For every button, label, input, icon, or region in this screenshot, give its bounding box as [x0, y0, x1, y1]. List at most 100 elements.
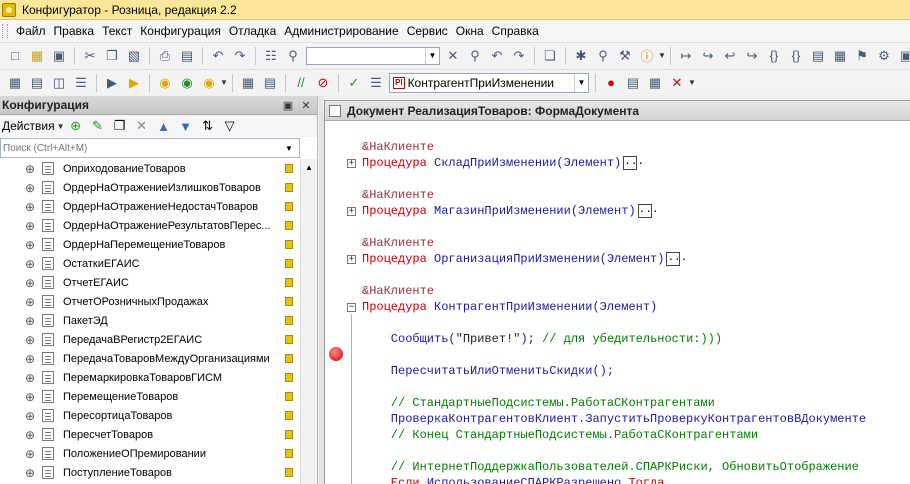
search-help-icon[interactable]: ⚲ — [594, 47, 612, 65]
close-icon[interactable]: ✕ — [299, 98, 313, 112]
expand-icon[interactable]: ⊕ — [24, 314, 36, 328]
step-out-icon[interactable]: ↩ — [721, 47, 739, 65]
tree-item[interactable]: ⊕ ОрдерНаОтражениеРезультатовПерес... — [0, 216, 300, 235]
run-icon[interactable]: ▶ — [125, 74, 143, 92]
settings-icon[interactable]: ⚙ — [875, 47, 893, 65]
menu-edit[interactable]: Правка — [50, 24, 99, 38]
filter-icon[interactable]: ▽ — [221, 117, 239, 135]
panel-search[interactable]: ▼ — [0, 138, 300, 158]
tree-item[interactable]: ⊕ ПересортицаТоваров — [0, 406, 300, 425]
block-icon[interactable]: {} — [787, 47, 805, 65]
expand-icon[interactable]: ⊕ — [24, 181, 36, 195]
code-line[interactable]: &НаКлиенте — [362, 139, 434, 155]
expand-icon[interactable]: ⊕ — [24, 390, 36, 404]
code-line[interactable]: // ИнтернетПоддержкаПользователей.СПАРКР… — [362, 459, 859, 475]
tree-scrollbar[interactable]: ▲ — [300, 159, 317, 484]
procedure-combo[interactable]: Pl КонтрагентПриИзменении ▼ — [389, 72, 589, 93]
menu-help[interactable]: Справка — [488, 24, 543, 38]
code-line[interactable]: Процедура КонтрагентПриИзменении(Элемент… — [362, 299, 657, 315]
fold-toggle-icon[interactable]: − — [347, 303, 356, 312]
grid-icon[interactable]: ▦ — [6, 74, 24, 92]
redo-icon[interactable]: ↷ — [231, 47, 249, 65]
tree-item[interactable]: ⊕ ОрдерНаОтражениеНедостачТоваров — [0, 197, 300, 216]
save-icon[interactable]: ▣ — [50, 47, 68, 65]
find-in-files-icon[interactable]: ☷ — [262, 47, 280, 65]
menu-configuration[interactable]: Конфигурация — [136, 24, 225, 38]
chevron-down-icon[interactable]: ▼ — [658, 51, 666, 60]
code-line[interactable]: Процедура СкладПриИзменении(Элемент)... — [362, 155, 644, 171]
menu-windows[interactable]: Окна — [452, 24, 488, 38]
chevron-down-icon[interactable]: ▼ — [688, 78, 696, 87]
expand-icon[interactable]: ⊕ — [24, 219, 36, 233]
run-to-cursor-icon[interactable]: ↪ — [743, 47, 761, 65]
breakpoint-icon[interactable] — [329, 347, 343, 361]
step-into-icon[interactable]: ↦ — [677, 47, 695, 65]
tree-item[interactable]: ⊕ ОприходованиеТоваров — [0, 159, 300, 178]
tree-item[interactable]: ⊕ ПередачаВРегистр2ЕГАИС — [0, 330, 300, 349]
breakpoint-list-icon[interactable]: ▤ — [624, 74, 642, 92]
cut-icon[interactable]: ✂ — [81, 47, 99, 65]
move-up-icon[interactable]: ▲ — [155, 117, 173, 135]
bookmark-icon[interactable]: ⚑ — [853, 47, 871, 65]
menu-administration[interactable]: Администрирование — [280, 24, 402, 38]
fold-toggle-icon[interactable]: + — [347, 159, 356, 168]
start-debug-icon[interactable]: ▶ — [103, 74, 121, 92]
tree-item[interactable]: ⊕ ОрдерНаПеремещениеТоваров — [0, 235, 300, 254]
expand-icon[interactable]: ⊕ — [24, 352, 36, 366]
fold-toggle-icon[interactable]: + — [347, 207, 356, 216]
clear-search-icon[interactable]: ✕ — [444, 47, 462, 65]
info-icon[interactable]: ⓘ — [638, 47, 656, 65]
tree-item[interactable]: ⊕ ПоложениеОПремировании — [0, 444, 300, 463]
properties-icon[interactable]: ▤ — [261, 74, 279, 92]
code-line[interactable]: &НаКлиенте — [362, 235, 434, 251]
menu-service[interactable]: Сервис — [403, 24, 452, 38]
globe-icon[interactable]: ◉ — [178, 74, 196, 92]
collapsed-block-marker[interactable]: ... — [637, 203, 658, 218]
format-icon[interactable]: ▦ — [831, 47, 849, 65]
collapsed-block-marker[interactable]: ... — [623, 155, 644, 170]
check-module-icon[interactable]: ✓ — [345, 74, 363, 92]
chevron-down-icon[interactable]: ▼ — [574, 73, 588, 92]
expand-icon[interactable]: ⊕ — [24, 428, 36, 442]
expand-icon[interactable]: ⊕ — [24, 200, 36, 214]
search-combo[interactable]: ▼ — [306, 46, 440, 65]
code-line[interactable]: // СтандартныеПодсистемы.РаботаСКонтраге… — [362, 395, 715, 411]
print-icon[interactable]: ⎙ — [156, 47, 174, 65]
expand-icon[interactable]: ⊕ — [24, 257, 36, 271]
undo-icon[interactable]: ↶ — [209, 47, 227, 65]
tree-item[interactable]: ⊕ ОтчетЕГАИС — [0, 273, 300, 292]
menu-debug[interactable]: Отладка — [225, 24, 280, 38]
outline-icon[interactable]: ▤ — [809, 47, 827, 65]
database-icon[interactable]: ◫ — [50, 74, 68, 92]
editor-tab[interactable]: Документ РеализацияТоваров: ФормаДокумен… — [325, 101, 910, 121]
chevron-down-icon[interactable]: ▼ — [220, 78, 228, 87]
edit-icon[interactable]: ✎ — [89, 117, 107, 135]
disable-breakpoint-icon[interactable]: ▦ — [646, 74, 664, 92]
step-over-icon[interactable]: ↪ — [699, 47, 717, 65]
table-icon[interactable]: ▤ — [28, 74, 46, 92]
code-line[interactable]: Если ИспользованиеСПАРКРазрешено Тогда — [362, 475, 665, 484]
code-line[interactable]: Процедура ОрганизацияПриИзменении(Элемен… — [362, 251, 687, 267]
collapsed-block-marker[interactable]: ... — [666, 251, 687, 266]
code-line[interactable]: Сообщить("Привет!"); // для убедительнос… — [362, 331, 722, 347]
search-icon[interactable]: ⚲ — [284, 47, 302, 65]
actions-menu[interactable]: Действия — [2, 119, 55, 133]
tree-item[interactable]: ⊕ ПередачаТоваровМеждуОрганизациями — [0, 349, 300, 368]
find-forward-icon[interactable]: ↷ — [510, 47, 528, 65]
code-line[interactable]: Процедура МагазинПриИзменении(Элемент)..… — [362, 203, 658, 219]
new-file-icon[interactable]: □ — [6, 47, 24, 65]
menu-text[interactable]: Текст — [98, 24, 136, 38]
tree-item[interactable]: ⊕ ОтчетОРозничныхПродажах — [0, 292, 300, 311]
configuration-tree[interactable]: ⊕ ОприходованиеТоваров ⊕ ОрдерНаОтражениеИз… — [0, 159, 300, 484]
find-previous-icon[interactable]: ↶ — [488, 47, 506, 65]
expand-icon[interactable]: ⊕ — [24, 371, 36, 385]
menu-file[interactable]: Файл — [12, 24, 50, 38]
chevron-down-icon[interactable]: ▼ — [57, 122, 65, 131]
expand-icon[interactable]: ⊕ — [24, 295, 36, 309]
comment-icon[interactable]: // — [292, 74, 310, 92]
chevron-down-icon[interactable]: ▼ — [279, 139, 299, 157]
expand-icon[interactable]: ⊕ — [24, 409, 36, 423]
expand-icon[interactable]: ⊕ — [24, 333, 36, 347]
sort-icon[interactable]: ⇅ — [199, 117, 217, 135]
expand-icon[interactable]: ⊕ — [24, 162, 36, 176]
